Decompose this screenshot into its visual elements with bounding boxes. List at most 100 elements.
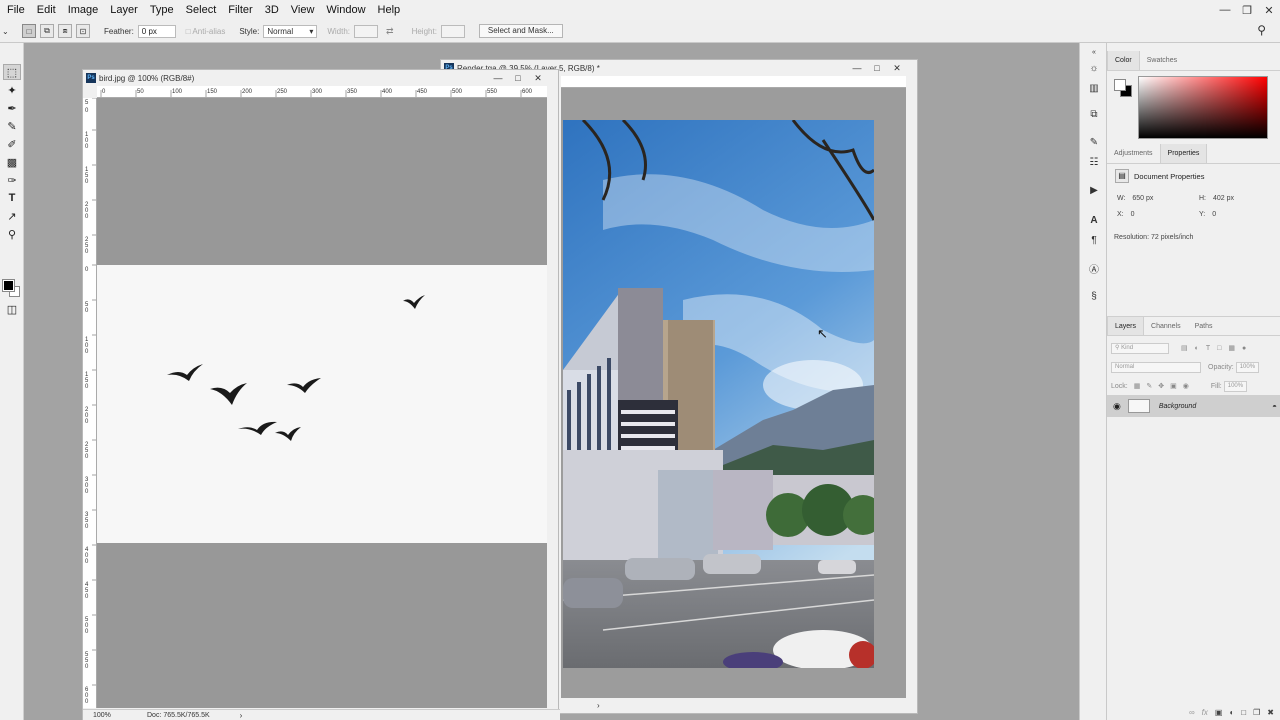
subtract-selection-icon[interactable]: ⧈ [58, 24, 72, 38]
marquee-tool-icon[interactable]: ⬚ [3, 64, 21, 80]
new-layer-icon[interactable]: ❐ [1253, 708, 1260, 717]
filter-adjustment-icon[interactable]: ◐ [1195, 345, 1199, 352]
eye-visibility-icon[interactable]: ◉ [1113, 401, 1121, 412]
lock-artboard-icon[interactable]: ▣ [1170, 382, 1177, 390]
lock-move-icon[interactable]: ✥ [1158, 382, 1164, 390]
adjustment-layer-icon[interactable]: ◐ [1229, 708, 1234, 717]
tool-preset-icon[interactable]: ⌄ [2, 27, 9, 36]
menu-3d[interactable]: 3D [259, 0, 285, 20]
close-icon[interactable]: ✕ [887, 60, 907, 76]
history-brush-icon[interactable]: ✐ [3, 136, 21, 152]
feather-input[interactable]: 0 px [137, 24, 176, 38]
type-tool-icon[interactable]: T [3, 190, 21, 206]
add-selection-icon[interactable]: ⧉ [40, 24, 54, 38]
menu-window[interactable]: Window [320, 0, 371, 20]
intersect-selection-icon[interactable]: ⊡ [76, 24, 90, 38]
layer-comps-icon[interactable]: ⧉ [1086, 107, 1102, 121]
layer-style-icon[interactable]: fx [1202, 708, 1208, 717]
delete-layer-icon[interactable]: ✖ [1267, 708, 1274, 717]
clone-source-icon[interactable]: ☷ [1086, 155, 1102, 169]
blend-mode-select[interactable]: Normal [1111, 361, 1201, 373]
layer-name[interactable]: Background [1159, 403, 1196, 410]
bird-doc-titlebar[interactable]: Ps bird.jpg @ 100% (RGB/8#) [83, 70, 558, 86]
eyedropper-icon[interactable]: ✒ [3, 100, 21, 116]
screen-mode-icon[interactable]: ◫ [3, 301, 21, 317]
minimize-icon[interactable]: — [847, 60, 867, 76]
brush-settings-icon[interactable]: ✎ [1086, 135, 1102, 149]
minimize-icon[interactable]: — [1214, 0, 1236, 20]
ruler-h-label: 200 [242, 89, 253, 95]
filter-type-icon[interactable]: T [1206, 345, 1210, 352]
filter-pixel-icon[interactable]: ▤ [1181, 344, 1188, 352]
pen-tool-icon[interactable]: ✑ [3, 172, 21, 188]
filter-shape-icon[interactable]: □ [1217, 345, 1221, 352]
width-input[interactable] [354, 24, 379, 38]
layer-filter-select[interactable]: ⚲ Kind [1111, 342, 1169, 354]
tab-swatches[interactable]: Swatches [1140, 51, 1184, 70]
histogram-icon[interactable]: ▥ [1086, 81, 1102, 95]
new-selection-icon[interactable]: □ [22, 24, 36, 38]
fill-input[interactable]: 100% [1223, 380, 1248, 392]
chevron-right-icon[interactable]: › [597, 701, 600, 710]
close-icon[interactable]: ✕ [528, 70, 548, 86]
paragraph-icon[interactable]: ¶ [1086, 233, 1102, 247]
tab-color[interactable]: Color [1107, 51, 1140, 70]
minimize-icon[interactable]: — [488, 70, 508, 86]
character-styles-icon[interactable]: Ⓐ [1086, 261, 1102, 276]
render-canvas[interactable] [561, 88, 906, 698]
lock-transparent-icon[interactable]: ▦ [1134, 382, 1141, 390]
filter-smart-icon[interactable]: ▦ [1228, 344, 1235, 352]
maximize-icon[interactable]: □ [867, 60, 887, 76]
search-icon[interactable]: ⚲ [1257, 23, 1266, 37]
tab-properties[interactable]: Properties [1159, 144, 1208, 163]
ruler-h-label: 550 [487, 89, 498, 95]
character-icon[interactable]: A [1086, 213, 1102, 227]
close-icon[interactable]: ✕ [1258, 0, 1280, 20]
new-group-icon[interactable]: □ [1241, 708, 1246, 717]
collapse-panels-icon[interactable]: « [1086, 45, 1102, 59]
chevron-right-icon[interactable]: › [240, 711, 243, 720]
maximize-icon[interactable]: □ [508, 70, 528, 86]
link-layers-icon[interactable]: ∞ [1189, 708, 1195, 717]
lock-paint-icon[interactable]: ✎ [1146, 382, 1152, 390]
menu-edit[interactable]: Edit [31, 0, 62, 20]
menu-help[interactable]: Help [372, 0, 407, 20]
menu-file[interactable]: File [0, 0, 31, 20]
color-foreground-swatch[interactable] [1114, 79, 1126, 91]
color-spectrum[interactable] [1138, 76, 1268, 139]
menu-filter[interactable]: Filter [222, 0, 258, 20]
tab-channels[interactable]: Channels [1144, 317, 1188, 335]
tab-layers[interactable]: Layers [1107, 317, 1145, 335]
actions-icon[interactable]: ▶ [1086, 183, 1102, 197]
tab-adjustments[interactable]: Adjustments [1107, 144, 1160, 163]
select-and-mask-button[interactable]: Select and Mask... [478, 24, 563, 38]
path-selection-icon[interactable]: ↗ [3, 208, 21, 224]
menu-type[interactable]: Type [144, 0, 180, 20]
bird-canvas[interactable] [97, 98, 547, 708]
layer-mask-icon[interactable]: ▣ [1215, 708, 1223, 717]
zoom-level[interactable]: 100% [93, 712, 133, 719]
layer-row-background[interactable]: ◉ Background ◓ [1107, 395, 1280, 417]
opacity-input[interactable]: 100% [1235, 361, 1260, 373]
zoom-tool-icon[interactable]: ⚲ [3, 226, 21, 242]
menu-view[interactable]: View [285, 0, 321, 20]
bird-document-window[interactable]: Ps bird.jpg @ 100% (RGB/8#) — □ ✕ 0 50 1… [82, 69, 560, 720]
lock-all-icon[interactable]: ◉ [1183, 382, 1189, 390]
tab-paths[interactable]: Paths [1188, 317, 1220, 335]
gradient-tool-icon[interactable]: ▩ [3, 154, 21, 170]
magic-wand-icon[interactable]: ✦ [3, 82, 21, 98]
brightness-icon[interactable]: ☼ [1086, 61, 1102, 75]
brush-tool-icon[interactable]: ✎ [3, 118, 21, 134]
menu-select[interactable]: Select [180, 0, 223, 20]
menu-image[interactable]: Image [62, 0, 105, 20]
antialias-checkbox[interactable]: □ Anti-alias [186, 27, 226, 36]
filter-toggle-icon[interactable]: ● [1242, 345, 1246, 352]
swap-icon[interactable]: ⇄ [386, 26, 394, 37]
height-input[interactable] [440, 24, 465, 38]
foreground-color-swatch[interactable] [2, 279, 15, 292]
ruler-v-label: 1 0 0 [85, 132, 89, 150]
style-select[interactable]: Normal ▾ [263, 24, 318, 38]
glyphs-icon[interactable]: § [1086, 289, 1102, 303]
restore-icon[interactable]: ❐ [1236, 0, 1258, 20]
menu-layer[interactable]: Layer [104, 0, 144, 20]
